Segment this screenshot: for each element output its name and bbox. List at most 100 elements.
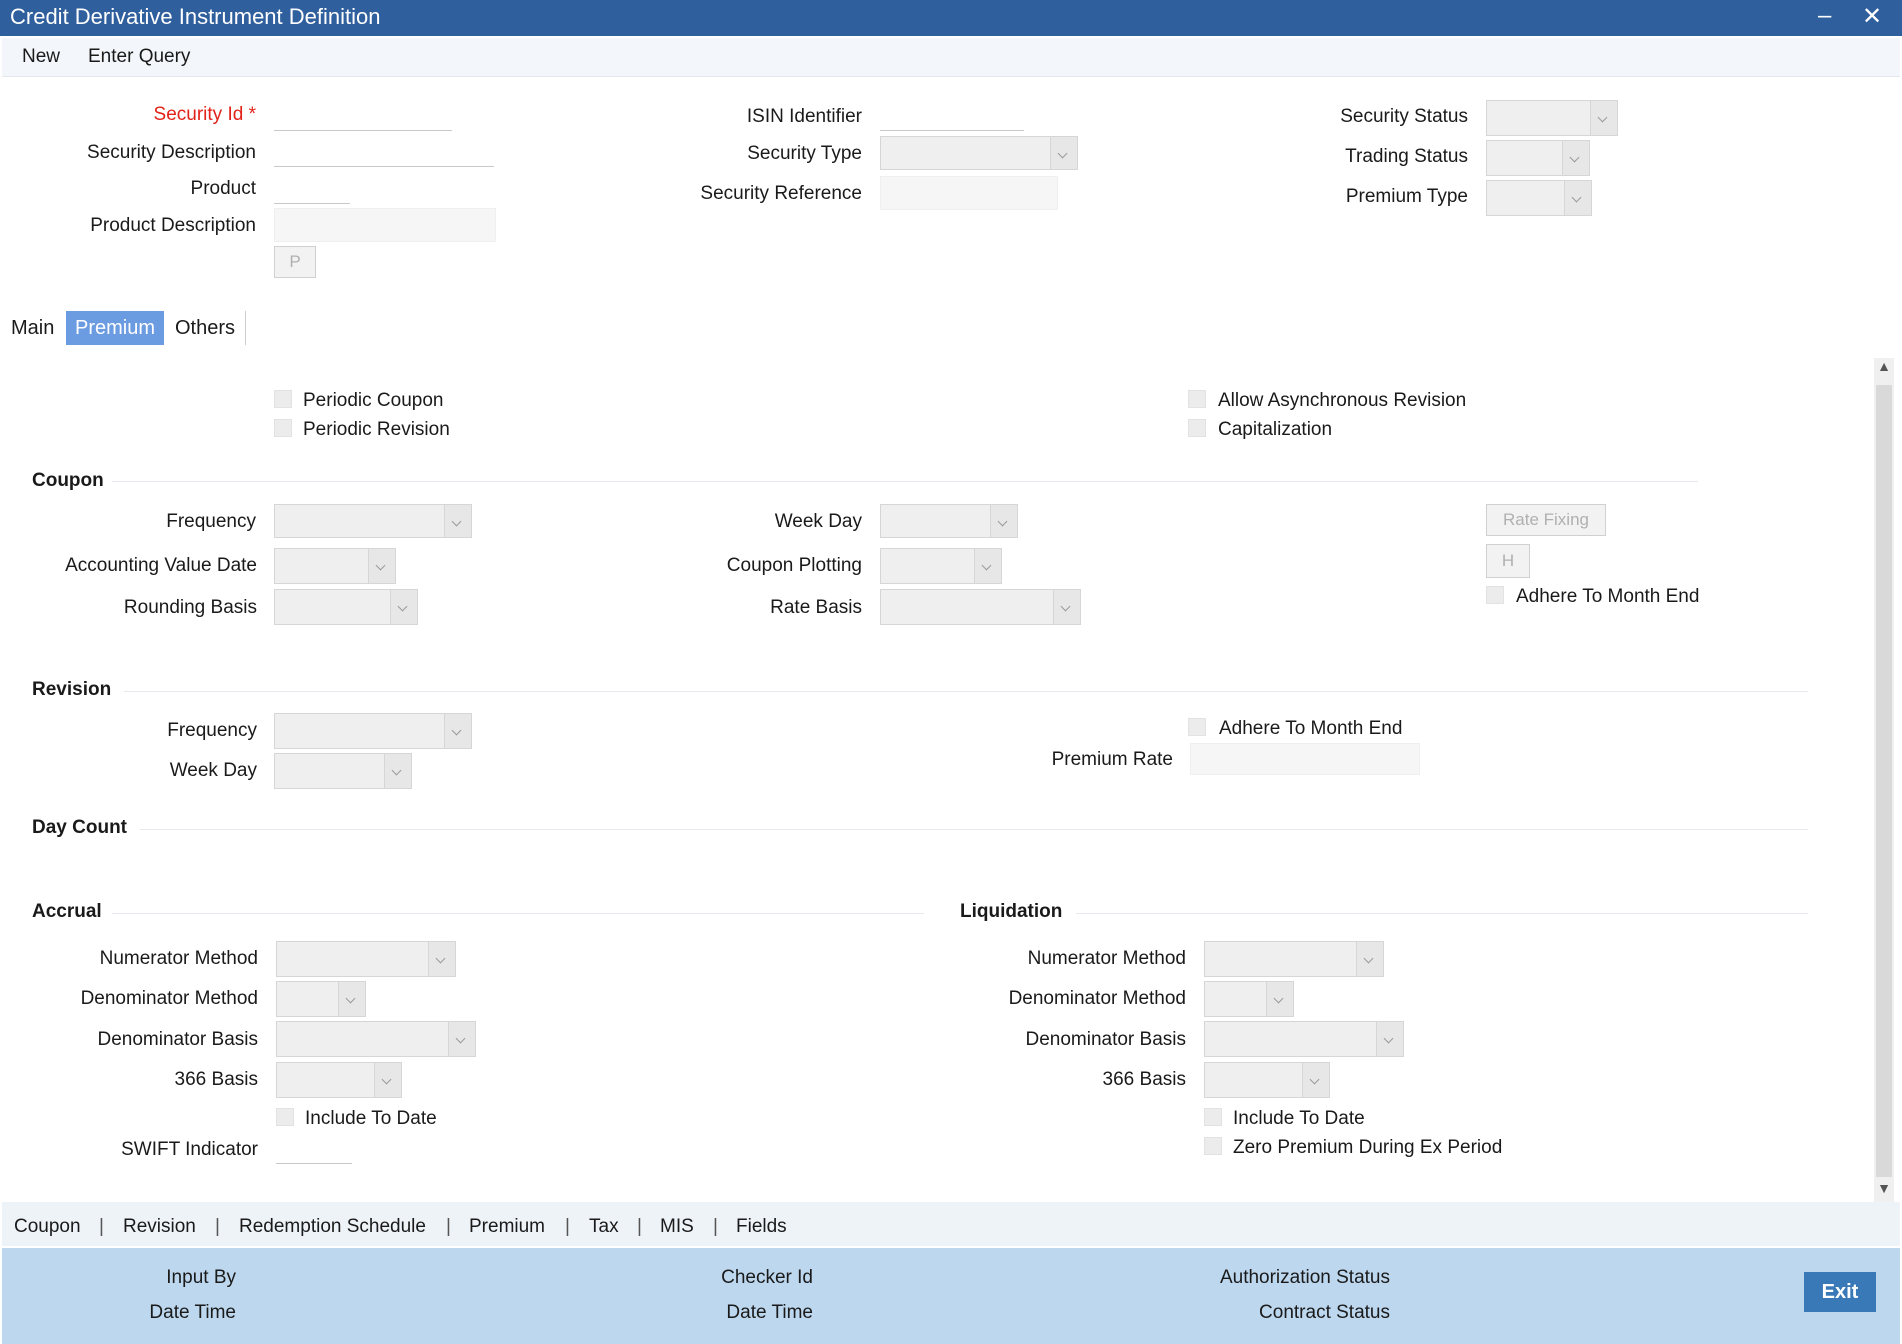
chevron-down-icon [1562,141,1589,175]
window-title: Credit Derivative Instrument Definition [10,4,381,29]
coupon-link[interactable]: Coupon [14,1216,81,1238]
chevron-down-icon [368,549,395,583]
coupon-adhere-month-end-checkbox[interactable] [1486,586,1504,604]
premium-rate-field [1190,743,1420,775]
security-status-select[interactable] [1486,100,1618,136]
fields-link[interactable]: Fields [736,1216,787,1238]
chevron-down-icon [1266,982,1293,1016]
link-separator: | [446,1216,451,1237]
exit-button[interactable]: Exit [1804,1272,1876,1312]
chevron-down-icon [1356,942,1383,976]
allow-async-revision-label: Allow Asynchronous Revision [1218,390,1467,411]
liquidation-denominator-method-select[interactable] [1204,981,1294,1017]
rate-fixing-button[interactable]: Rate Fixing [1486,504,1606,536]
menu-bar: New Enter Query [2,38,1900,77]
accrual-denominator-method-select[interactable] [276,981,366,1017]
rounding-basis-select[interactable] [274,589,418,625]
accrual-include-to-date-checkbox[interactable] [276,1108,294,1126]
trading-status-select[interactable] [1486,140,1590,176]
capitalization-checkbox[interactable] [1188,419,1206,437]
security-status-label: Security Status [1340,106,1468,127]
product-p-button[interactable]: P [274,246,316,278]
accrual-366-basis-select[interactable] [276,1062,402,1098]
liquidation-366-basis-select[interactable] [1204,1062,1330,1098]
input-by-label: Input By [166,1267,236,1288]
liquidation-numerator-method-label: Numerator Method [1027,948,1186,969]
tab-premium[interactable]: Premium [66,311,165,345]
accrual-divider [112,913,924,914]
product-label: Product [190,178,256,199]
allow-async-revision-checkbox[interactable] [1188,390,1206,408]
chevron-down-icon [1564,181,1591,215]
chevron-down-icon [1053,590,1080,624]
new-menu-item[interactable]: New [22,46,60,68]
security-type-select[interactable] [880,136,1078,170]
coupon-frequency-select[interactable] [274,504,472,538]
zero-premium-checkbox[interactable] [1204,1137,1222,1155]
security-type-label: Security Type [747,143,862,164]
scrollbar-thumb[interactable] [1876,385,1892,1177]
coupon-plotting-select[interactable] [880,548,1002,584]
liquidation-include-to-date-checkbox[interactable] [1204,1108,1222,1126]
chevron-down-icon [990,505,1017,537]
day-count-section-title: Day Count [32,817,127,838]
chevron-down-icon [974,549,1001,583]
rate-basis-select[interactable] [880,589,1081,625]
chevron-down-icon [428,942,455,976]
revision-week-day-select[interactable] [274,753,412,789]
security-id-input[interactable] [274,110,452,131]
liquidation-denominator-method-label: Denominator Method [1008,988,1186,1009]
chevron-down-icon [448,1022,475,1056]
coupon-adhere-month-end-label: Adhere To Month End [1516,586,1700,607]
revision-frequency-label: Frequency [167,720,257,741]
isin-identifier-input[interactable] [880,110,1024,131]
link-separator: | [99,1216,104,1237]
revision-week-day-label: Week Day [169,760,257,781]
enter-query-menu-item[interactable]: Enter Query [88,46,190,68]
revision-frequency-select[interactable] [274,713,472,749]
accrual-numerator-method-select[interactable] [276,941,456,977]
tab-main[interactable]: Main [2,311,63,345]
chevron-down-icon [1050,137,1077,169]
swift-indicator-input[interactable] [276,1143,352,1164]
premium-type-label: Premium Type [1345,186,1468,207]
scroll-up-icon[interactable]: ▲ [1874,358,1894,382]
premium-type-select[interactable] [1486,180,1592,216]
revision-divider [124,691,1808,692]
accrual-include-to-date-label: Include To Date [305,1108,437,1129]
coupon-week-day-select[interactable] [880,504,1018,538]
revision-section-title: Revision [32,679,112,700]
scroll-down-icon[interactable]: ▼ [1874,1180,1894,1204]
accrual-366-basis-label: 366 Basis [174,1069,258,1090]
minimize-icon[interactable]: ‒ [1818,2,1831,30]
rate-basis-label: Rate Basis [770,597,862,618]
periodic-revision-checkbox[interactable] [274,419,292,437]
accrual-denominator-basis-label: Denominator Basis [97,1029,258,1050]
accrual-denominator-basis-select[interactable] [276,1021,476,1057]
tab-others[interactable]: Others [166,311,244,345]
periodic-coupon-label: Periodic Coupon [303,390,444,411]
chevron-down-icon [444,714,471,748]
holiday-h-button[interactable]: H [1486,544,1530,578]
product-input[interactable] [274,183,350,204]
checker-id-label: Checker Id [721,1267,813,1288]
redemption-schedule-link[interactable]: Redemption Schedule [239,1216,426,1238]
close-icon[interactable]: ✕ [1862,2,1882,31]
tax-link[interactable]: Tax [589,1216,619,1238]
capitalization-label: Capitalization [1218,419,1333,440]
chevron-down-icon [338,982,365,1016]
premium-link[interactable]: Premium [469,1216,545,1238]
accrual-denominator-method-label: Denominator Method [80,988,258,1009]
mis-link[interactable]: MIS [660,1216,694,1238]
security-description-input[interactable] [274,146,494,167]
day-count-divider [140,829,1808,830]
liquidation-denominator-basis-label: Denominator Basis [1025,1029,1186,1050]
liquidation-denominator-basis-select[interactable] [1204,1021,1404,1057]
revision-adhere-month-end-checkbox[interactable] [1188,718,1206,736]
periodic-coupon-checkbox[interactable] [274,390,292,408]
revision-link[interactable]: Revision [123,1216,196,1238]
accounting-value-date-select[interactable] [274,548,396,584]
tab-divider [245,311,246,345]
liquidation-numerator-method-select[interactable] [1204,941,1384,977]
isin-identifier-label: ISIN Identifier [746,106,862,127]
